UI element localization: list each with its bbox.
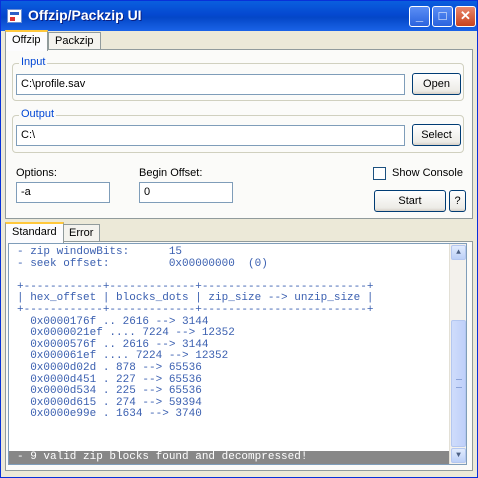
main-window: Offzip/Packzip UI _ □ ✕ Offzip Packzip I… [0,0,478,478]
tab-error[interactable]: Error [62,224,101,242]
console-line: 0x0000021ef .... 7224 --> 12352 [17,327,235,340]
console-text: - zip windowBits: 15- seek offset: 0x000… [17,246,374,421]
console-output[interactable]: - zip windowBits: 15- seek offset: 0x000… [8,243,467,465]
window-title: Offzip/Packzip UI [28,7,142,23]
output-group-label: Output [19,108,57,120]
help-button[interactable]: ? [449,190,466,212]
title-bar[interactable]: Offzip/Packzip UI _ □ ✕ [1,1,477,31]
console-line: +------------+-------------+------------… [17,303,374,316]
tab-packzip[interactable]: Packzip [48,32,101,50]
minimize-icon[interactable]: _ [409,6,430,27]
tab-standard[interactable]: Standard [5,222,64,243]
input-group-label: Input [19,56,48,68]
show-console-label: Show Console [392,167,463,179]
scroll-thumb[interactable] [451,320,466,447]
console-line: - seek offset: 0x00000000 (0) [17,257,268,270]
show-console-checkbox[interactable] [373,167,386,180]
console-line: 0x0000e99e . 1634 --> 3740 [17,408,202,421]
begin-offset-field[interactable]: 0 [139,182,233,203]
console-line: 0x0000d534 . 225 --> 65536 [17,385,202,398]
console-scrollbar[interactable]: ▲ ▼ [449,244,466,464]
scroll-up-icon[interactable]: ▲ [451,245,466,260]
options-label: Options: [16,167,57,179]
maximize-icon[interactable]: □ [432,6,453,27]
tab-offzip[interactable]: Offzip [5,30,48,51]
select-button[interactable]: Select [412,124,461,146]
options-field[interactable]: -a [16,182,110,203]
start-button[interactable]: Start [374,190,446,212]
output-path-field[interactable]: C:\ [16,125,405,146]
begin-offset-label: Begin Offset: [139,167,203,179]
app-icon[interactable] [7,9,22,23]
console-line: 0x0000d02d . 878 --> 65536 [17,361,202,374]
input-path-field[interactable]: C:\profile.sav [16,74,405,95]
close-icon[interactable]: ✕ [455,6,476,27]
offzip-panel: Input C:\profile.sav Open Output C:\ Sel… [5,49,473,219]
scroll-down-icon[interactable]: ▼ [451,448,466,463]
open-button[interactable]: Open [412,73,461,95]
console-line: - zip windowBits: 15 [17,246,183,258]
console-status-line: - 9 valid zip blocks found and decompres… [9,451,451,464]
